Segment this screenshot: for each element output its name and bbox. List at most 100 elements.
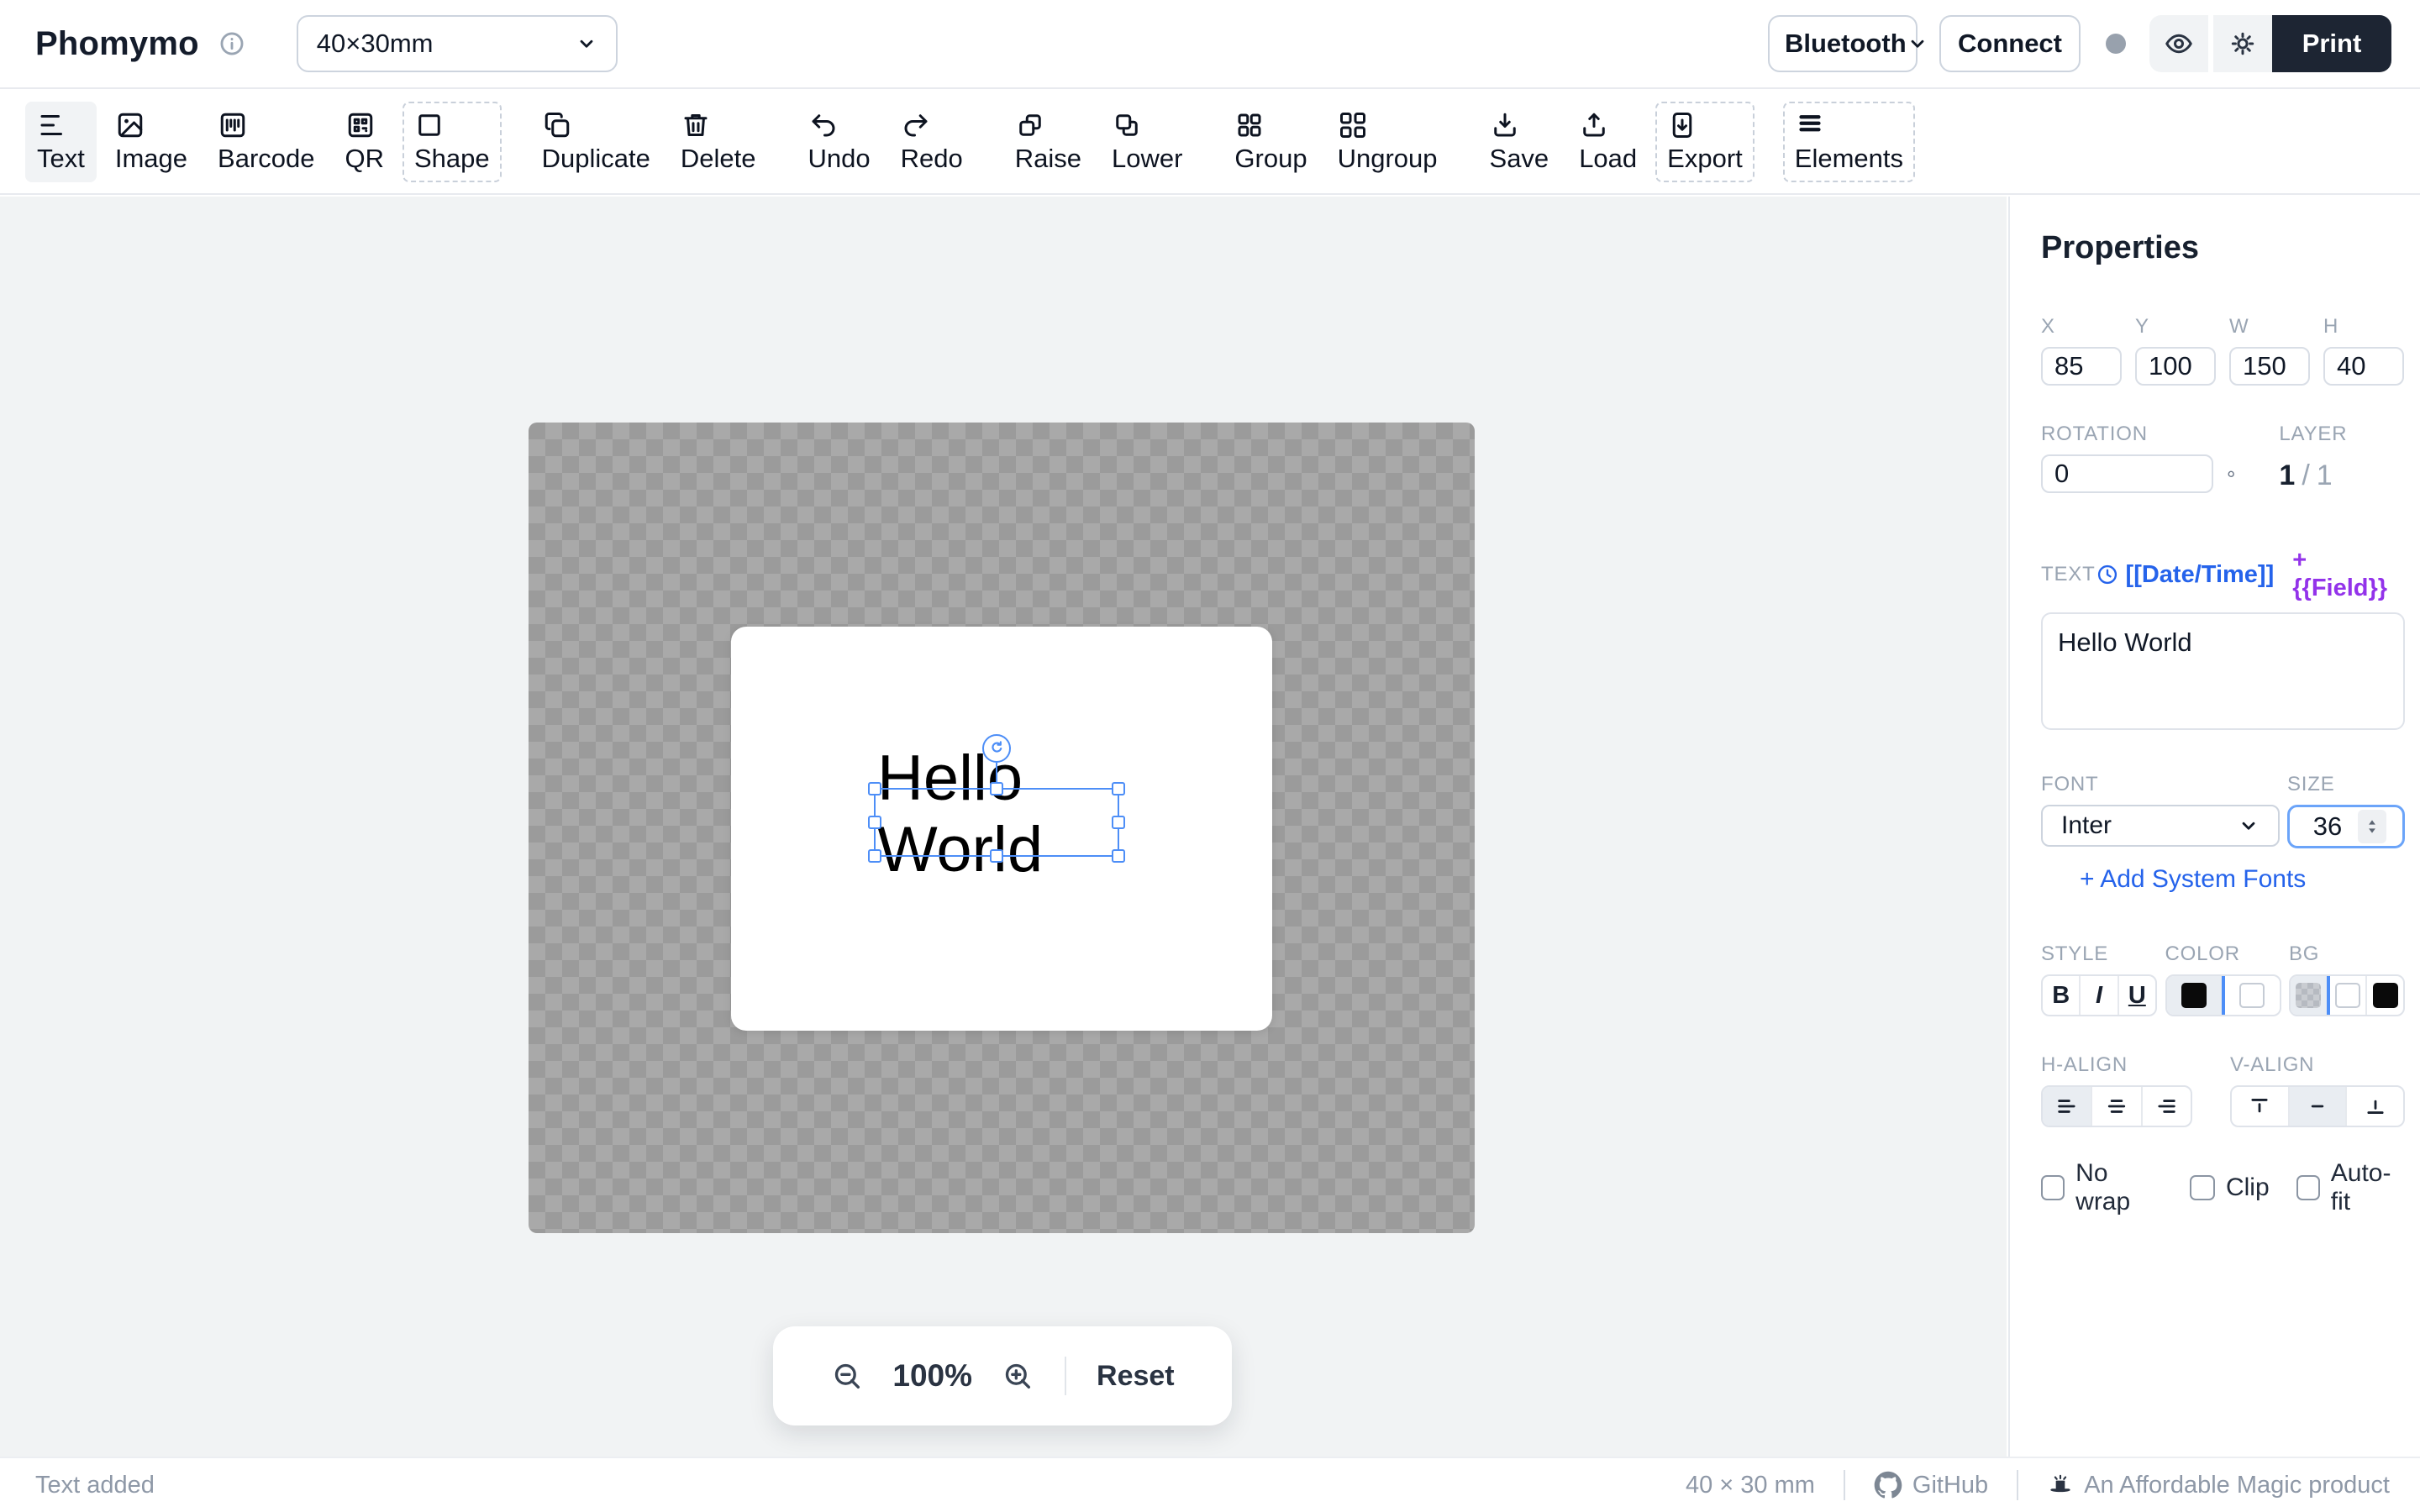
raise-icon <box>1015 110 1045 140</box>
font-select[interactable]: Inter <box>2041 805 2280 847</box>
layer-label: LAYER <box>2279 423 2347 446</box>
toolbar-text-button[interactable]: Text <box>25 102 97 182</box>
zoom-reset-button[interactable]: Reset <box>1097 1360 1175 1393</box>
w-input[interactable] <box>2229 347 2310 386</box>
shape-icon <box>414 110 445 140</box>
size-label: SIZE <box>2287 773 2405 796</box>
valign-label: V-ALIGN <box>2230 1053 2405 1077</box>
style-group: B I U <box>2041 974 2157 1016</box>
text-content-input[interactable]: Hello World <box>2041 612 2405 730</box>
toolbar-ungroup-button[interactable]: Ungroup <box>1326 102 1449 182</box>
font-value: Inter <box>2061 811 2112 840</box>
checkbox-label: Clip <box>2226 1173 2270 1202</box>
selection-handle-n[interactable] <box>990 782 1003 795</box>
label-size-select[interactable]: 40×30mm <box>297 15 618 72</box>
preview-button[interactable] <box>2149 15 2208 72</box>
toolbar-export-button[interactable]: Export <box>1655 102 1754 182</box>
align-left-button[interactable] <box>2043 1087 2092 1126</box>
align-right-icon <box>2154 1095 2178 1118</box>
rotate-handle[interactable] <box>982 734 1011 763</box>
connect-button[interactable]: Connect <box>1939 15 2081 72</box>
toolbar-delete-button[interactable]: Delete <box>669 102 768 182</box>
color-swatch-group <box>2165 974 2281 1016</box>
elements-icon <box>1795 110 1825 140</box>
valign-bottom-button[interactable] <box>2347 1087 2403 1126</box>
bg-swatch-transparent[interactable] <box>2291 976 2330 1015</box>
toolbar-shape-button[interactable]: Shape <box>402 102 502 182</box>
color-swatch-white[interactable] <box>2225 976 2280 1015</box>
selection-handle-se[interactable] <box>1112 849 1125 863</box>
settings-button[interactable] <box>2213 15 2272 72</box>
h-label: H <box>2323 315 2404 339</box>
underline-button[interactable]: U <box>2119 976 2155 1015</box>
color-swatch-black[interactable] <box>2167 976 2225 1015</box>
toolbar-label: Export <box>1667 144 1743 174</box>
selection-handle-w[interactable] <box>868 816 881 829</box>
valign-top-button[interactable] <box>2232 1087 2290 1126</box>
auto-fit-checkbox[interactable]: Auto-fit <box>2296 1159 2405 1216</box>
selection-box[interactable] <box>874 788 1119 857</box>
selection-handle-sw[interactable] <box>868 849 881 863</box>
align-center-icon <box>2105 1095 2128 1118</box>
toolbar-label: Ungroup <box>1338 144 1438 174</box>
selection-handle-nw[interactable] <box>868 782 881 795</box>
github-link[interactable]: GitHub <box>1874 1471 1988 1499</box>
no-wrap-checkbox[interactable]: No wrap <box>2041 1159 2163 1216</box>
toolbar-redo-button[interactable]: Redo <box>889 102 975 182</box>
toolbar-barcode-button[interactable]: Barcode <box>206 102 326 182</box>
connection-type-select[interactable]: Bluetooth <box>1768 15 1918 72</box>
toolbar-qr-button[interactable]: QR <box>334 102 397 182</box>
color-label: COLOR <box>2165 942 2281 966</box>
rotation-input[interactable] <box>2041 454 2213 493</box>
selection-handle-ne[interactable] <box>1112 782 1125 795</box>
checkbox-label: No wrap <box>2075 1159 2163 1216</box>
canvas-area[interactable]: Hello World 100% Reset <box>0 197 2007 1457</box>
toolbar-label: Group <box>1234 144 1307 174</box>
toolbar-group-button[interactable]: Group <box>1223 102 1318 182</box>
redo-icon <box>901 110 931 140</box>
clip-checkbox[interactable]: Clip <box>2190 1173 2270 1202</box>
info-icon[interactable] <box>218 29 246 58</box>
y-input[interactable] <box>2135 347 2216 386</box>
toolbar-image-button[interactable]: Image <box>103 102 199 182</box>
zoom-in-icon[interactable] <box>1001 1359 1034 1393</box>
product-credit[interactable]: An Affordable Magic product <box>2047 1472 2390 1499</box>
font-size-input[interactable] <box>2306 811 2349 842</box>
align-center-button[interactable] <box>2092 1087 2142 1126</box>
bg-label: BG <box>2289 942 2405 966</box>
checkbox-box[interactable] <box>2296 1175 2320 1200</box>
insert-field-link[interactable]: + {{Field}} <box>2292 547 2405 602</box>
zoom-out-icon[interactable] <box>830 1359 864 1393</box>
transparent-swatch <box>2296 983 2321 1008</box>
checkbox-box[interactable] <box>2190 1175 2215 1200</box>
checkbox-box[interactable] <box>2041 1175 2065 1200</box>
align-right-button[interactable] <box>2143 1087 2191 1126</box>
insert-datetime-link[interactable]: [[Date/Time]] <box>2096 561 2275 589</box>
github-icon <box>1874 1471 1902 1499</box>
add-system-fonts-link[interactable]: + Add System Fonts <box>2080 865 2405 894</box>
bg-swatch-black[interactable] <box>2367 976 2403 1015</box>
print-button[interactable]: Print <box>2272 15 2391 72</box>
toolbar-save-button[interactable]: Save <box>1478 102 1561 182</box>
x-input[interactable] <box>2041 347 2122 386</box>
bg-swatch-white[interactable] <box>2330 976 2368 1015</box>
toolbar-elements-button[interactable]: Elements <box>1783 102 1915 182</box>
size-stepper[interactable] <box>2358 810 2386 843</box>
toolbar-undo-button[interactable]: Undo <box>797 102 882 182</box>
toolbar-raise-button[interactable]: Raise <box>1003 102 1093 182</box>
toolbar-label: Barcode <box>218 144 314 174</box>
toolbar-duplicate-button[interactable]: Duplicate <box>530 102 662 182</box>
toolbar-load-button[interactable]: Load <box>1567 102 1649 182</box>
selection-handle-e[interactable] <box>1112 816 1125 829</box>
italic-button[interactable]: I <box>2081 976 2118 1015</box>
toolbar-label: QR <box>345 144 385 174</box>
h-input[interactable] <box>2323 347 2404 386</box>
toolbar-lower-button[interactable]: Lower <box>1100 102 1194 182</box>
toolbar-label: Image <box>115 144 187 174</box>
bold-button[interactable]: B <box>2043 976 2081 1015</box>
valign-bottom-icon <box>2364 1095 2387 1118</box>
load-icon <box>1579 110 1609 140</box>
valign-middle-button[interactable] <box>2290 1087 2348 1126</box>
toolbar-label: Load <box>1579 144 1637 174</box>
selection-handle-s[interactable] <box>990 849 1003 863</box>
